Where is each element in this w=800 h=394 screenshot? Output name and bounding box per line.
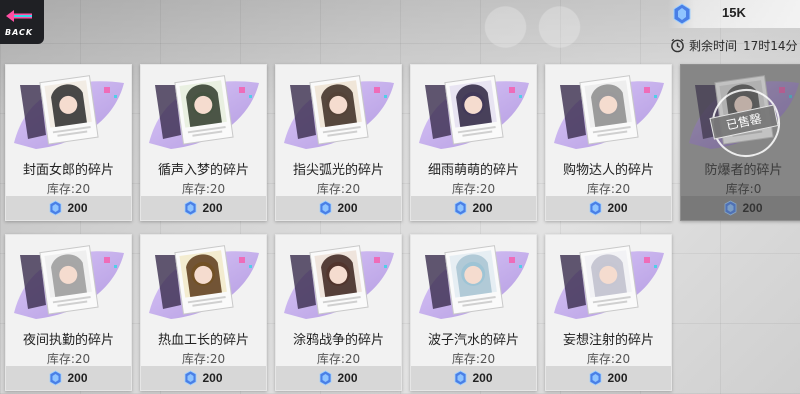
item-price-button[interactable]: 200 [276, 196, 401, 220]
item-name: 夜间执勤的碎片 [22, 333, 114, 348]
item-name: 涂鸦战争的碎片 [292, 333, 384, 348]
item-art [411, 65, 536, 153]
item-art [276, 235, 401, 323]
shop-item-card[interactable]: 涂鸦战争的碎片 库存:20 200 [275, 234, 402, 391]
item-stock: 库存:20 [586, 182, 631, 196]
item-art [6, 65, 131, 153]
item-price: 200 [607, 201, 628, 215]
character-portrait-icon [14, 75, 124, 149]
item-stock: 库存:20 [586, 352, 631, 366]
item-price-button[interactable]: 200 [411, 366, 536, 390]
item-price-button[interactable]: 200 [276, 366, 401, 390]
item-stock: 库存:20 [451, 182, 496, 196]
item-stock: 库存:20 [46, 352, 91, 366]
chip-token-icon [455, 370, 467, 386]
item-price: 200 [337, 201, 358, 215]
item-price: 200 [472, 201, 493, 215]
item-name: 循声入梦的碎片 [157, 163, 249, 178]
chip-token-icon [50, 370, 62, 386]
shop-item-card[interactable]: 购物达人的碎片 库存:20 200 [545, 64, 672, 221]
item-art [141, 235, 266, 323]
chip-token-icon [185, 200, 197, 216]
item-price: 200 [337, 371, 358, 385]
shop-item-card[interactable]: 夜间执勤的碎片 库存:20 200 [5, 234, 132, 391]
character-portrait-icon [554, 75, 664, 149]
item-stock: 库存:20 [181, 182, 226, 196]
shop-item-card[interactable]: 指尖弧光的碎片 库存:20 200 [275, 64, 402, 221]
timer-value: 17时14分 [743, 38, 798, 53]
character-portrait-icon [284, 245, 394, 319]
item-name: 购物达人的碎片 [562, 163, 654, 178]
character-portrait-icon [284, 75, 394, 149]
character-portrait-icon [149, 75, 259, 149]
chip-token-icon [590, 200, 602, 216]
character-portrait-icon [149, 245, 259, 319]
item-stock: 库存:20 [316, 352, 361, 366]
chip-token-icon [50, 200, 62, 216]
item-price: 200 [202, 201, 223, 215]
item-art [6, 235, 131, 323]
item-art [411, 235, 536, 323]
item-stock: 库存:20 [451, 352, 496, 366]
clock-icon [671, 38, 684, 52]
item-price: 200 [202, 371, 223, 385]
back-arrow-icon [6, 10, 32, 22]
chip-token-icon [673, 3, 691, 25]
back-label: BACK [5, 28, 34, 37]
item-name: 指尖弧光的碎片 [292, 163, 384, 178]
item-price-button[interactable]: 200 [6, 366, 131, 390]
item-price-button[interactable]: 200 [6, 196, 131, 220]
background-logo [465, 0, 600, 62]
timer-label: 剩余时间 [689, 38, 738, 53]
shop-item-card[interactable]: 波子汽水的碎片 库存:20 200 [410, 234, 537, 391]
item-stock: 库存:20 [46, 182, 91, 196]
item-name: 波子汽水的碎片 [427, 333, 519, 348]
character-portrait-icon [419, 75, 529, 149]
currency-amount: 15K [722, 5, 746, 20]
item-art [141, 65, 266, 153]
item-price-button[interactable]: 200 [546, 196, 671, 220]
item-art [276, 65, 401, 153]
item-name: 封面女郎的碎片 [22, 163, 114, 178]
refresh-timer: 剩余时间 17时14分 [670, 36, 798, 54]
item-name: 热血工长的碎片 [157, 333, 249, 348]
item-art [546, 65, 671, 153]
item-stock: 库存:20 [316, 182, 361, 196]
shop-item-card[interactable]: 细雨萌萌的碎片 库存:20 200 [410, 64, 537, 221]
item-price-button[interactable]: 200 [411, 196, 536, 220]
back-button[interactable]: BACK [0, 0, 44, 44]
item-name: 妄想注射的碎片 [562, 333, 654, 348]
item-art [546, 235, 671, 323]
item-name: 细雨萌萌的碎片 [427, 163, 519, 178]
currency-display: 15K [668, 0, 800, 28]
chip-token-icon [185, 370, 197, 386]
shop-item-card[interactable]: 妄想注射的碎片 库存:20 200 [545, 234, 672, 391]
shop-item-card[interactable]: 热血工长的碎片 库存:20 200 [140, 234, 267, 391]
chip-token-icon [320, 370, 332, 386]
item-price-button[interactable]: 200 [546, 366, 671, 390]
item-price: 200 [67, 371, 88, 385]
item-price: 200 [607, 371, 628, 385]
shop-item-card[interactable]: 封面女郎的碎片 库存:20 200 [5, 64, 132, 221]
shop-item-card[interactable]: 循声入梦的碎片 库存:20 200 [140, 64, 267, 221]
item-price-button[interactable]: 200 [141, 196, 266, 220]
item-stock: 库存:20 [181, 352, 226, 366]
character-portrait-icon [419, 245, 529, 319]
character-portrait-icon [14, 245, 124, 319]
character-portrait-icon [554, 245, 664, 319]
item-price: 200 [67, 201, 88, 215]
item-price: 200 [472, 371, 493, 385]
item-price-button[interactable]: 200 [141, 366, 266, 390]
shop-item-card: 防爆者的碎片 库存:0 200 已售罄 [680, 64, 800, 221]
chip-token-icon [455, 200, 467, 216]
chip-token-icon [320, 200, 332, 216]
chip-token-icon [590, 370, 602, 386]
